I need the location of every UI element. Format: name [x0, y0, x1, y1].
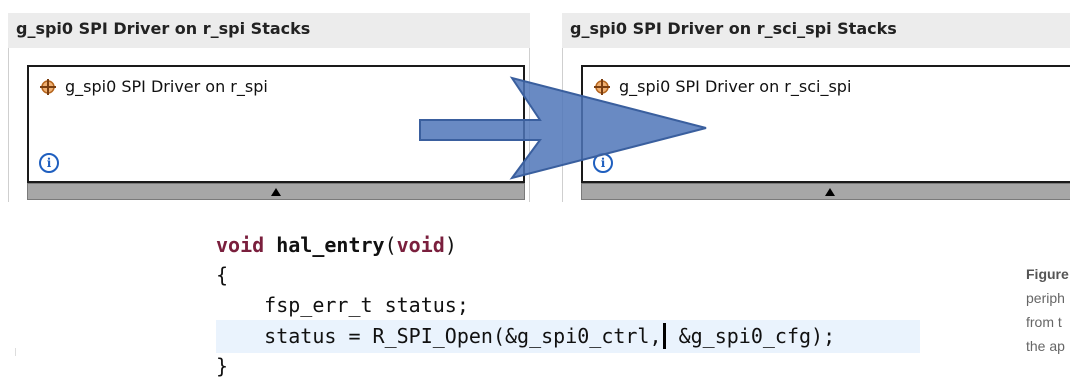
left-module-label: g_spi0 SPI Driver on r_spi — [65, 77, 268, 96]
code-paren-close: ) — [444, 233, 457, 257]
left-module-row[interactable]: g_spi0 SPI Driver on r_spi — [39, 77, 268, 96]
code-call-part2: &g_spi0_cfg); — [666, 324, 836, 348]
code-line-declaration: fsp_err_t status; — [216, 293, 469, 317]
left-stacks-header: g_spi0 SPI Driver on r_spi Stacks — [8, 13, 530, 48]
code-call-part1: status = R_SPI_Open(&g_spi0_ctrl, — [216, 324, 662, 348]
code-line-signature: void hal_entry(void) — [216, 232, 457, 258]
crosshair-component-icon — [40, 78, 56, 95]
info-circle-icon[interactable]: i — [39, 153, 59, 173]
code-paren-open: ( — [384, 233, 397, 257]
figure-caption-line: periph — [1026, 290, 1065, 306]
right-stacks-header: g_spi0 SPI Driver on r_sci_spi Stacks — [562, 13, 1070, 48]
right-collapse-bar[interactable] — [581, 183, 1070, 200]
triangle-up-icon — [271, 188, 281, 196]
code-function-name: hal_entry — [276, 233, 385, 257]
figure-caption-line: Figure — [1026, 266, 1069, 282]
code-line-open-brace: { — [216, 263, 229, 287]
code-keyword: void — [396, 233, 445, 257]
divider — [15, 348, 16, 356]
code-line-close-brace: } — [216, 354, 229, 378]
figure-caption-line: from t — [1026, 314, 1062, 330]
text-cursor — [662, 323, 666, 349]
code-line-open-call[interactable]: status = R_SPI_Open(&g_spi0_ctrl, &g_spi… — [216, 323, 835, 349]
right-arrow-icon — [419, 76, 707, 180]
figure-caption-line: the ap — [1026, 338, 1065, 354]
left-collapse-bar[interactable] — [27, 183, 525, 200]
triangle-up-icon — [825, 188, 835, 196]
code-keyword: void — [216, 233, 265, 257]
